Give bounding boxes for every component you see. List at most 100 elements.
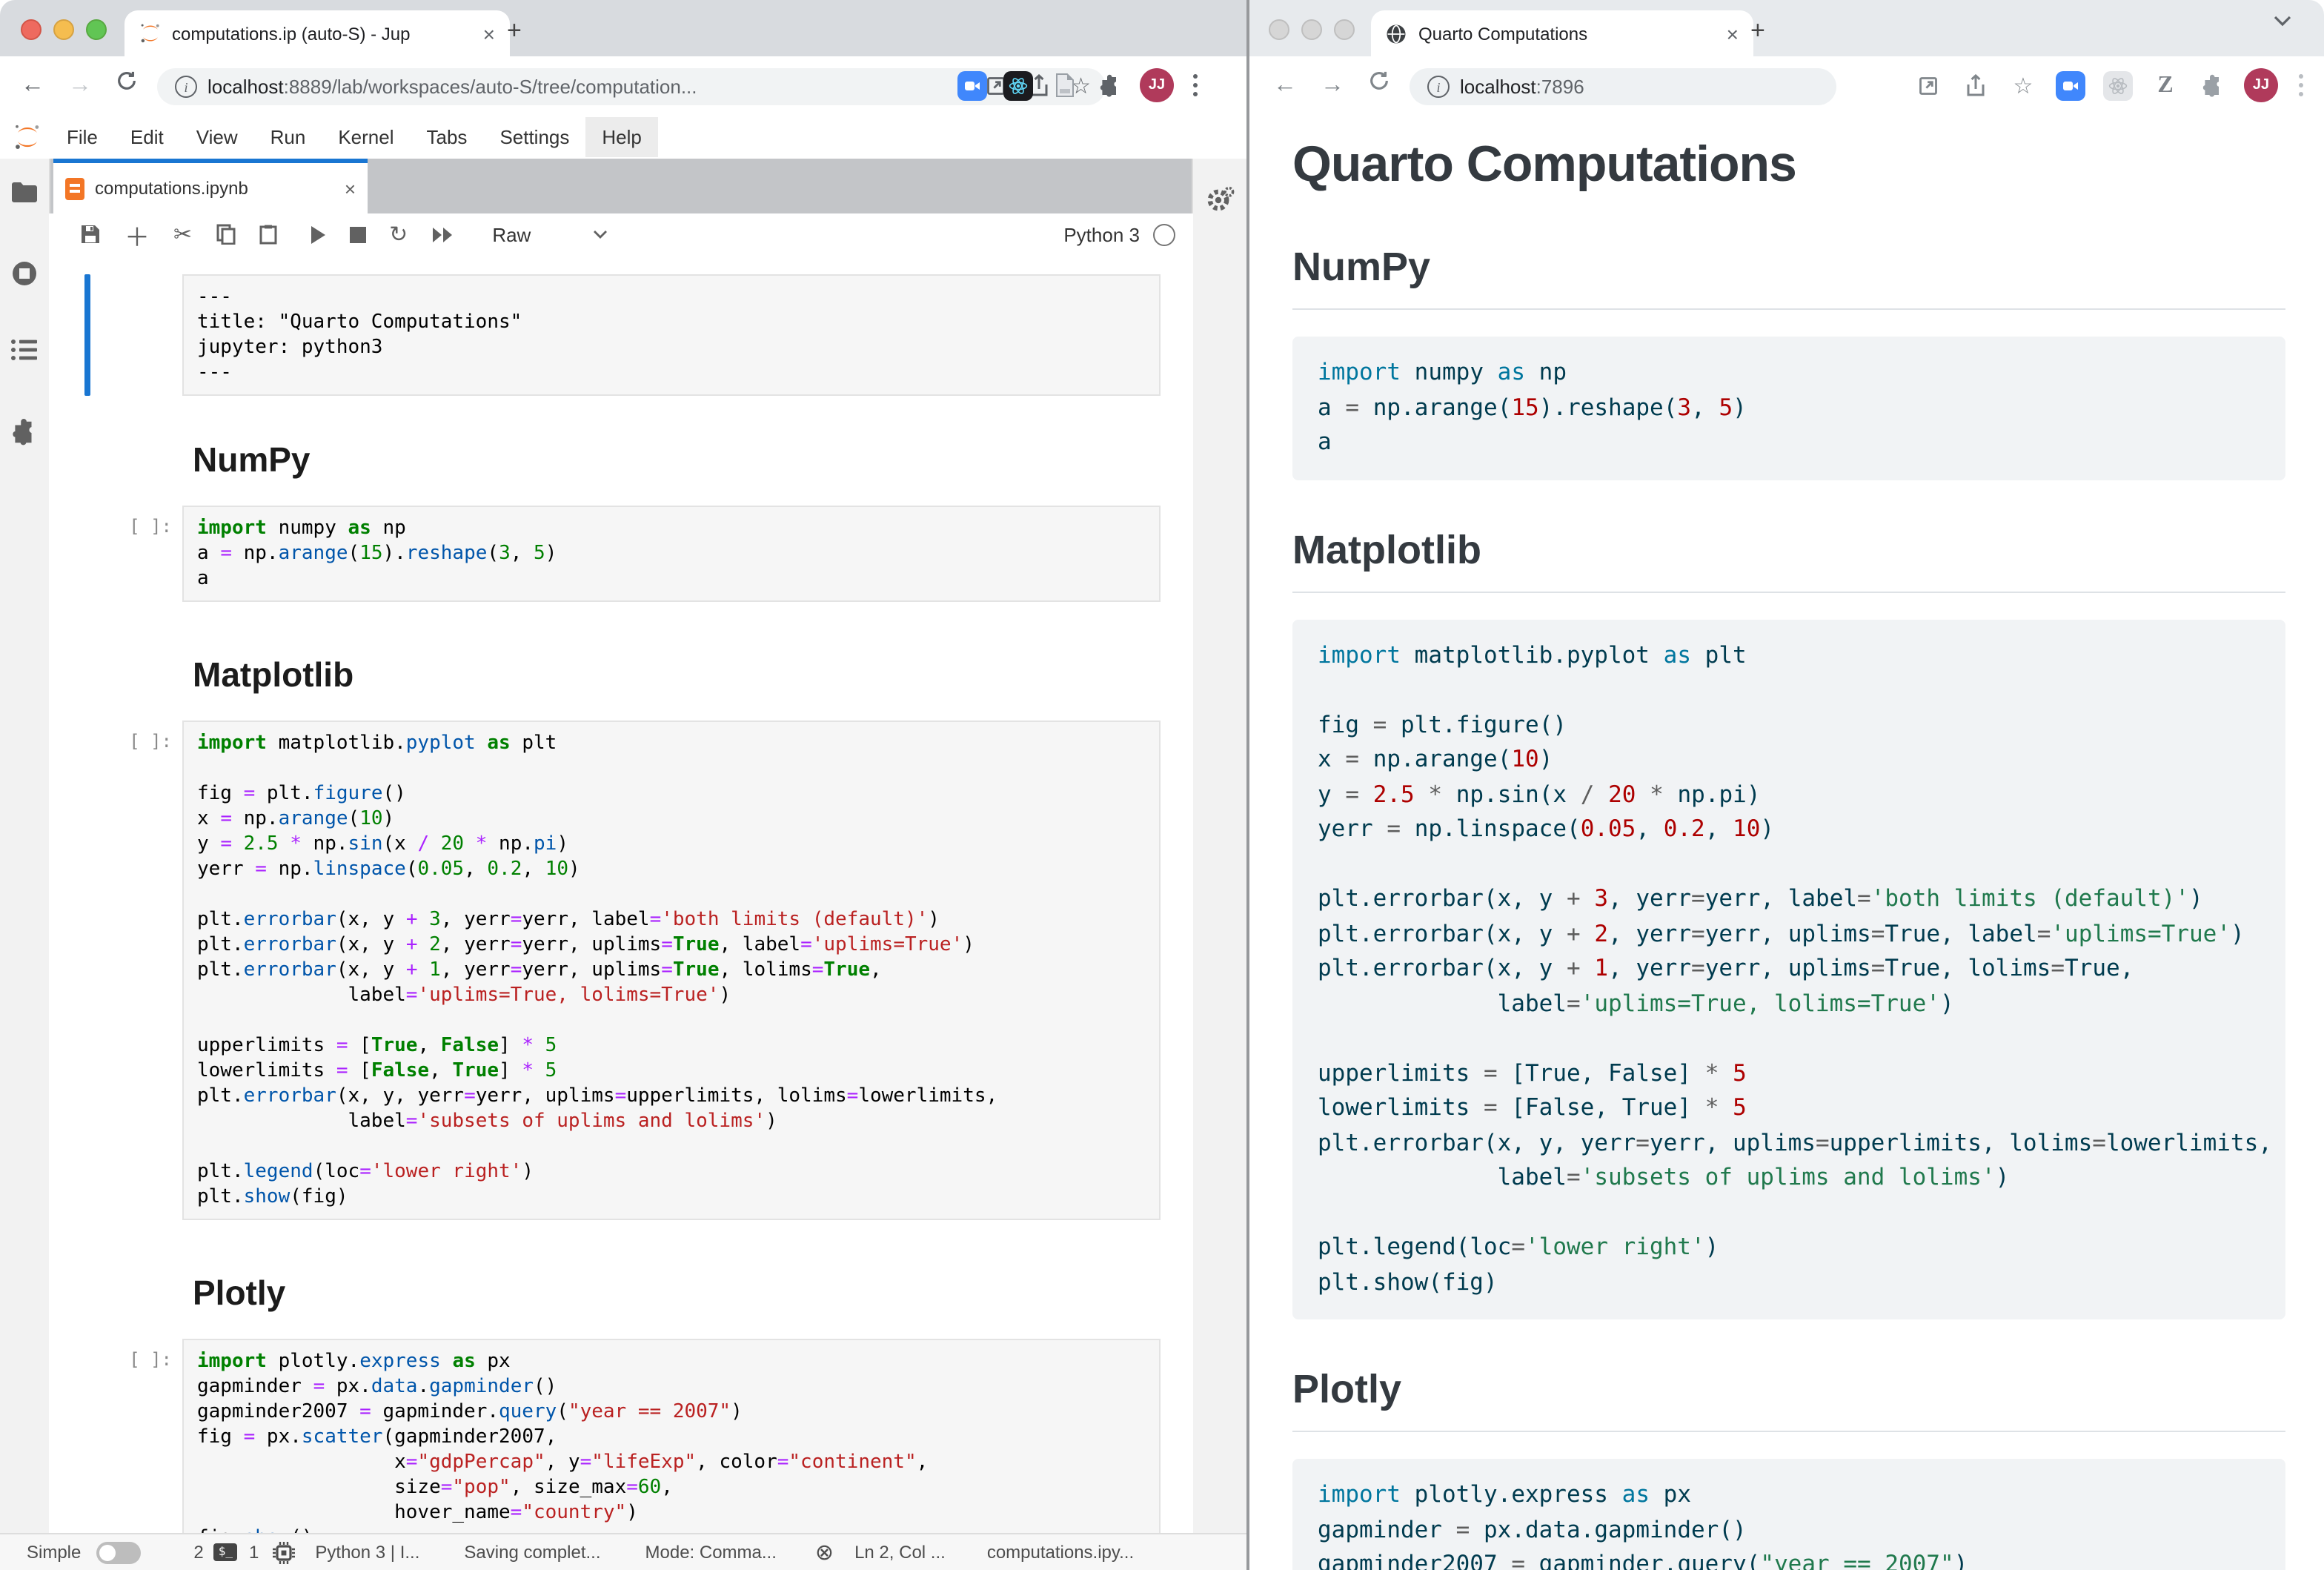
- menu-run[interactable]: Run: [254, 117, 322, 157]
- menu-settings[interactable]: Settings: [483, 117, 585, 157]
- plotly-cell-source[interactable]: import plotly.express as pxgapminder = p…: [197, 1349, 1146, 1534]
- cut-cells-icon[interactable]: ✂: [173, 221, 192, 248]
- jupyterlab-menubar: File Edit View Run Kernel Tabs Settings …: [0, 116, 1246, 160]
- menu-view[interactable]: View: [180, 117, 254, 157]
- file-browser-icon[interactable]: [10, 181, 39, 205]
- matplotlib-code-block[interactable]: import matplotlib.pyplot as plt fig = pl…: [1292, 619, 2285, 1319]
- numpy-cell-source[interactable]: import numpy as npa = np.arange(15).resh…: [197, 516, 1146, 592]
- forward-icon[interactable]: →: [1321, 70, 1344, 102]
- menu-edit[interactable]: Edit: [114, 117, 180, 157]
- react-devtools-icon[interactable]: [2102, 69, 2134, 102]
- kernel-count[interactable]: 1: [249, 1542, 259, 1563]
- simple-mode-label: Simple: [27, 1542, 81, 1563]
- command-mode-status[interactable]: Mode: Comma...: [645, 1542, 777, 1563]
- reload-icon[interactable]: [1368, 70, 1390, 92]
- interrupt-kernel-icon[interactable]: [349, 226, 365, 242]
- tab-search-chevron-icon[interactable]: [2274, 15, 2291, 27]
- quarto-page[interactable]: Quarto Computations NumPy import numpy a…: [1249, 116, 2324, 1570]
- running-sessions-icon[interactable]: [10, 259, 39, 288]
- share-icon[interactable]: [1959, 69, 1992, 102]
- statusbar-filename: computations.ipy...: [987, 1542, 1134, 1563]
- zoom-window-button[interactable]: [86, 19, 107, 40]
- cursor-position[interactable]: Ln 2, Col ...: [854, 1542, 946, 1563]
- copy-cells-icon[interactable]: [216, 224, 235, 245]
- browser-tab[interactable]: Quarto Computations ×: [1371, 10, 1753, 56]
- menu-help[interactable]: Help: [585, 117, 658, 157]
- kernel-status-text[interactable]: Python 3 | I...: [315, 1542, 419, 1563]
- open-in-window-icon[interactable]: [1912, 69, 1945, 102]
- raw-cell[interactable]: ---title: "Quarto Computations"jupyter: …: [49, 274, 1161, 396]
- tab-title: computations.ip (auto-S) - Jup: [172, 23, 474, 44]
- close-notebook-icon[interactable]: ×: [345, 179, 356, 198]
- zoom-extension-icon[interactable]: [956, 69, 989, 102]
- url-text[interactable]: localhost:7896: [1460, 76, 1584, 98]
- numpy-code-cell[interactable]: [ ]: import numpy as npa = np.arange(15)…: [49, 506, 1161, 602]
- save-icon[interactable]: [80, 224, 101, 245]
- jupyter-favicon: [139, 22, 162, 44]
- cell-prompt: [ ]:: [49, 506, 182, 602]
- right-tabstrip: Quarto Computations × +: [1249, 0, 2324, 56]
- bookmark-star-icon[interactable]: ☆: [2007, 69, 2039, 102]
- browser-menu-icon[interactable]: [1187, 74, 1204, 96]
- profile-avatar[interactable]: JJ: [1140, 68, 1174, 102]
- numpy-code-block[interactable]: import numpy as npa = np.arange(15).resh…: [1292, 337, 2285, 480]
- window-controls[interactable]: [21, 19, 107, 40]
- close-tab-icon[interactable]: ×: [1727, 23, 1739, 44]
- property-inspector-gear-icon[interactable]: [1205, 185, 1235, 215]
- restart-run-all-icon[interactable]: [431, 226, 454, 242]
- new-tab-button[interactable]: +: [507, 18, 522, 43]
- profile-avatar[interactable]: JJ: [2244, 68, 2278, 102]
- notebook-tab[interactable]: computations.ipynb ×: [53, 159, 368, 213]
- back-icon[interactable]: ←: [1273, 70, 1297, 102]
- browser-menu-icon[interactable]: [2293, 74, 2309, 96]
- zoom-window-button[interactable]: [1334, 19, 1355, 40]
- menu-kernel[interactable]: Kernel: [322, 117, 410, 157]
- tab-title: Quarto Computations: [1418, 23, 1718, 44]
- document-extension-icon[interactable]: [1048, 69, 1080, 102]
- kernel-name[interactable]: Python 3: [1063, 223, 1140, 245]
- extension-manager-icon[interactable]: [10, 418, 39, 446]
- run-cell-icon[interactable]: [309, 225, 325, 244]
- site-info-icon[interactable]: i: [1427, 76, 1450, 98]
- notebook-content[interactable]: ---title: "Quarto Computations"jupyter: …: [49, 255, 1193, 1534]
- cell-type-chevron-icon[interactable]: [593, 230, 608, 239]
- extensions-puzzle-icon[interactable]: [2197, 69, 2229, 102]
- close-window-button[interactable]: [1269, 19, 1289, 40]
- url-text[interactable]: localhost:8889/lab/workspaces/auto-S/tre…: [208, 76, 697, 98]
- add-cell-icon[interactable]: ＋: [124, 216, 150, 253]
- zoom-extension-icon[interactable]: [2054, 69, 2087, 102]
- raw-cell-source[interactable]: ---title: "Quarto Computations"jupyter: …: [197, 285, 1146, 385]
- new-tab-button[interactable]: +: [1750, 18, 1765, 43]
- cell-type-select[interactable]: Raw: [492, 223, 531, 245]
- extensions-puzzle-icon[interactable]: [1094, 69, 1126, 102]
- react-devtools-icon[interactable]: [1002, 69, 1035, 102]
- address-bar[interactable]: i localhost:7896: [1410, 68, 1836, 105]
- menu-tabs[interactable]: Tabs: [411, 117, 484, 157]
- jupyterlab-statusbar: Simple 2 $_ 1 Python 3 | I... Saving com…: [0, 1533, 1246, 1570]
- simple-mode-toggle[interactable]: [96, 1541, 140, 1563]
- menu-file[interactable]: File: [50, 117, 114, 157]
- matplotlib-code-cell[interactable]: [ ]: import matplotlib.pyplot as plt fig…: [49, 721, 1161, 1220]
- plotly-code-cell[interactable]: [ ]: import plotly.express as pxgapminde…: [49, 1339, 1161, 1534]
- reload-icon[interactable]: [116, 70, 138, 92]
- kernel-status-icon[interactable]: [1153, 223, 1175, 245]
- site-info-icon[interactable]: i: [175, 76, 197, 98]
- forward-icon[interactable]: →: [68, 70, 92, 102]
- z-extension-icon[interactable]: Z: [2149, 69, 2182, 102]
- matplotlib-cell-source[interactable]: import matplotlib.pyplot as plt fig = pl…: [197, 731, 1146, 1210]
- back-icon[interactable]: ←: [21, 70, 44, 102]
- terminal-count[interactable]: 2: [193, 1542, 203, 1563]
- minimize-window-button[interactable]: [53, 19, 74, 40]
- matplotlib-code: import matplotlib.pyplot as plt fig = pl…: [1318, 638, 2260, 1300]
- browser-tab[interactable]: computations.ip (auto-S) - Jup ×: [124, 10, 510, 56]
- close-window-button[interactable]: [21, 19, 42, 40]
- section-heading-matplotlib: Matplotlib: [1292, 527, 2285, 592]
- paste-cells-icon[interactable]: [259, 224, 276, 245]
- restart-kernel-icon[interactable]: ↻: [389, 221, 408, 248]
- trust-shield-icon[interactable]: ⊗: [815, 1539, 834, 1566]
- close-tab-icon[interactable]: ×: [483, 23, 495, 44]
- table-of-contents-icon[interactable]: [10, 338, 39, 362]
- plotly-code-block[interactable]: import plotly.express as pxgapminder = p…: [1292, 1459, 2285, 1570]
- window-controls[interactable]: [1269, 19, 1355, 40]
- minimize-window-button[interactable]: [1301, 19, 1322, 40]
